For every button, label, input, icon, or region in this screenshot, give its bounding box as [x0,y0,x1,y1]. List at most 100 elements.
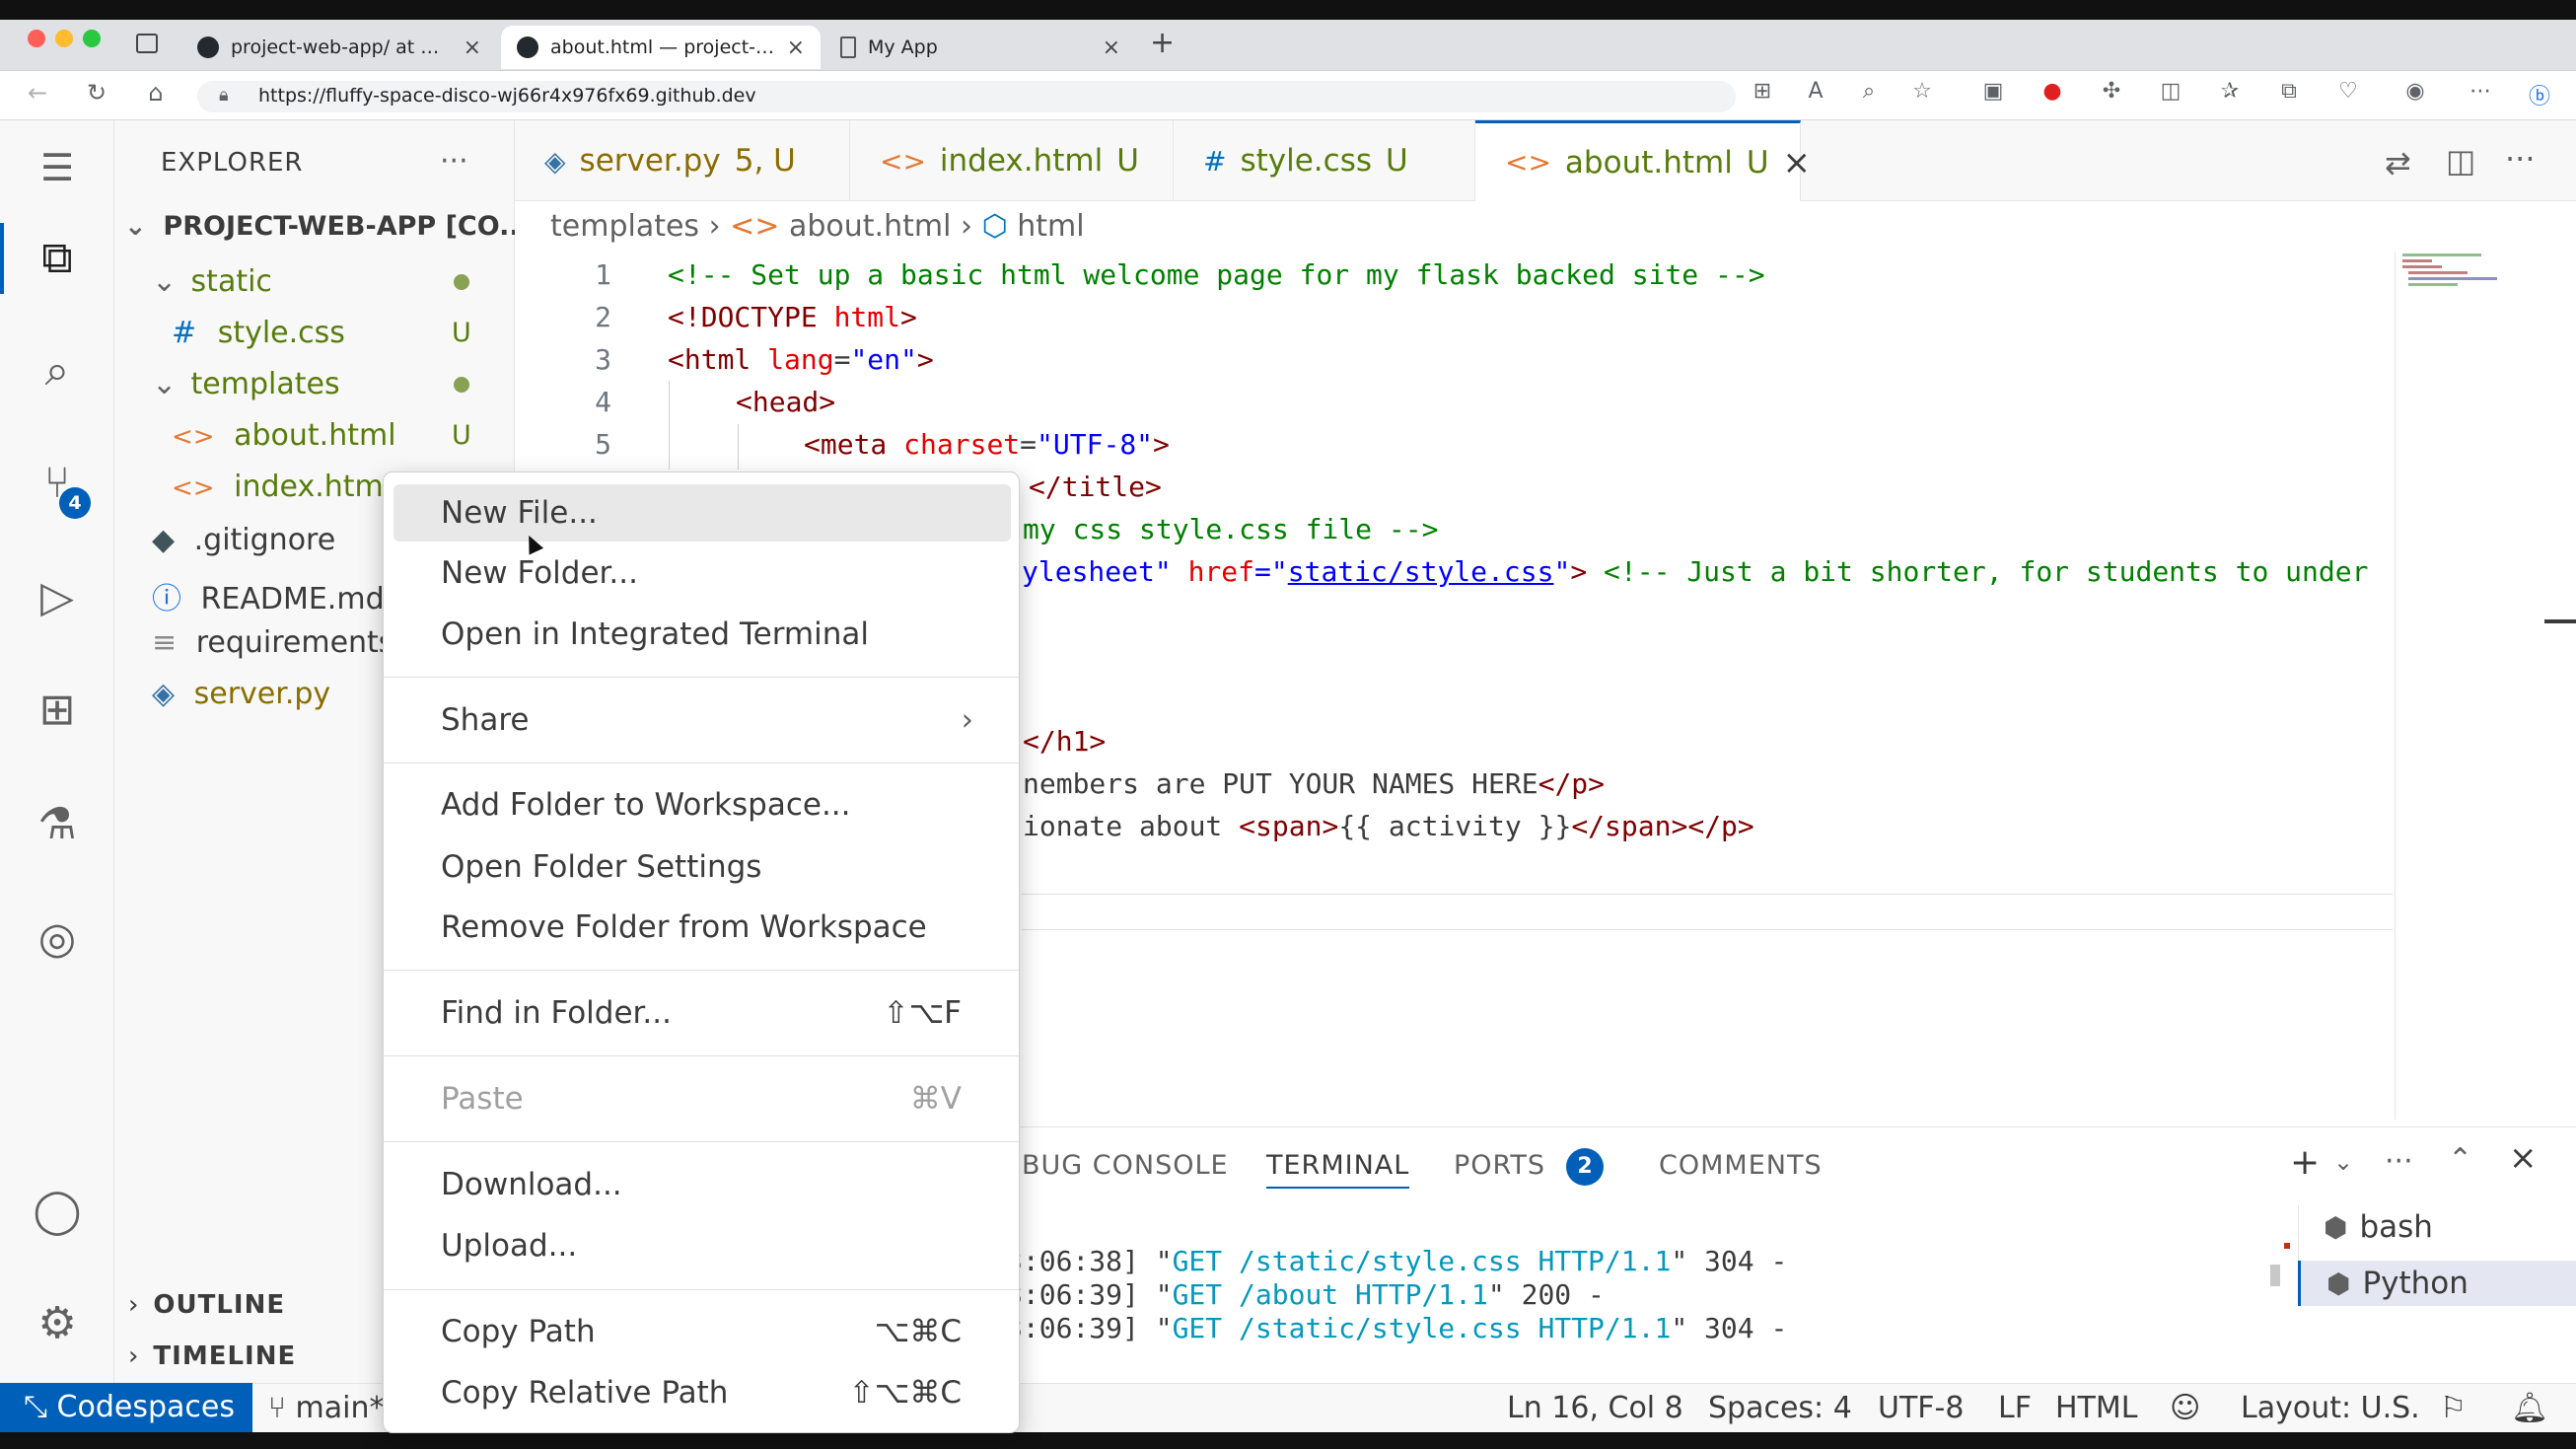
favorites-icon[interactable]: ✰ [2215,79,2245,109]
outline-section[interactable]: › OUTLINE [128,1290,285,1320]
editor-more-icon[interactable]: ··· [2505,140,2536,178]
close-tab-icon[interactable]: × [1103,36,1120,60]
menu-find-in-folder[interactable]: Find in Folder... ⇧⌥F [394,984,1011,1042]
terminal-item-python[interactable]: ⬢ Python [2298,1261,2576,1306]
browser-tab-github-repo[interactable]: project-web-app/ at main · rer × [181,26,497,69]
remote-indicator[interactable]: ⤡ Codespaces [0,1383,252,1432]
minimize-window-button[interactable] [55,30,73,47]
search-icon[interactable]: ⌕ [28,341,87,400]
extensions-puzzle-icon[interactable]: ✣ [2097,79,2126,109]
tab-index-html[interactable]: <> index.html U [850,120,1174,201]
breadcrumb-file[interactable]: about.html [789,209,951,244]
tab-style-css[interactable]: # style.css U [1174,120,1475,201]
tree-file-style-css[interactable]: # style.css [172,316,345,350]
menu-copy-path[interactable]: Copy Path ⌥⌘C [394,1303,1011,1360]
breadcrumb-folder[interactable]: templates [550,209,699,244]
maximize-window-button[interactable] [83,30,101,47]
tab-ports[interactable]: PORTS [1454,1150,1545,1181]
copilot-icon[interactable]: ⓑ [2525,79,2554,109]
home-button[interactable]: ⌂ [138,79,174,107]
keyboard-layout[interactable]: Layout: U.S. [2241,1391,2420,1425]
zoom-icon[interactable]: ⌕ [1854,79,1884,109]
tab-terminal[interactable]: TERMINAL [1266,1150,1410,1189]
notifications-bell-icon[interactable]: 🔔︎ [2511,1391,2548,1425]
close-panel-icon[interactable]: × [2509,1138,2538,1178]
end-of-line[interactable]: LF [1998,1391,2032,1425]
testing-flask-icon[interactable]: ⚗ [28,795,87,854]
branch-indicator[interactable]: ⑂ main* [268,1391,385,1425]
menu-upload[interactable]: Upload... [394,1217,1011,1274]
menu-open-integrated-terminal[interactable]: Open in Integrated Terminal [394,606,1011,663]
extensions-icon[interactable]: ⊞ [28,681,87,740]
github-icon[interactable]: ◎ [28,909,87,969]
tree-file-index-html[interactable]: <> index.html [172,470,392,504]
menu-share[interactable]: Share › [394,691,1011,749]
tree-file-readme[interactable]: ⓘ README.md [152,574,385,617]
terminal-scrollbar[interactable] [2270,1265,2280,1286]
feedback-icon[interactable]: ⚐ [2440,1391,2467,1425]
more-options-icon[interactable]: ⋯ [2466,79,2495,109]
tree-file-gitignore[interactable]: ◆ .gitignore [152,523,335,557]
encoding[interactable]: UTF-8 [1878,1391,1964,1425]
back-button[interactable]: ← [20,79,55,107]
extension-icon[interactable]: ▣ [1978,79,2008,109]
browser-tab-about-html[interactable]: about.html — project-web-app × [501,26,821,69]
menu-new-file[interactable]: New File... [394,484,1011,542]
tree-folder-static[interactable]: ⌄ static [152,264,272,299]
link-token[interactable]: static/style.css [1288,555,1554,588]
language-mode[interactable]: HTML [2055,1391,2137,1425]
accounts-icon[interactable]: ◯ [28,1182,87,1241]
app-available-icon[interactable]: ⊞ [1748,79,1777,109]
info-icon: ⓘ [152,582,181,616]
timeline-section[interactable]: › TIMELINE [128,1341,296,1371]
menu-add-folder-to-workspace[interactable]: Add Folder to Workspace... [394,776,1011,833]
close-tab-icon[interactable]: × [787,36,805,60]
copilot-status-icon[interactable]: ☺ [2170,1391,2200,1425]
tab-debug-console[interactable]: BUG CONSOLE [1022,1150,1229,1181]
read-aloud-icon[interactable]: A [1801,79,1830,109]
tree-file-server-py[interactable]: ◈ server.py [152,677,330,711]
menu-new-folder[interactable]: New Folder... [394,544,1011,602]
tab-actions-icon[interactable] [136,34,158,53]
performance-icon[interactable]: ♡ [2333,79,2363,109]
compare-changes-icon[interactable]: ⇄ [2385,144,2411,181]
run-debug-icon[interactable]: ▷ [28,568,87,627]
reload-button[interactable]: ↻ [79,79,114,107]
chevron-down-icon[interactable]: ⌄ [2333,1148,2353,1176]
terminal-item-bash[interactable]: ⬢ bash [2324,1209,2433,1245]
split-screen-icon[interactable]: ◫ [2156,79,2185,109]
explorer-more-icon[interactable]: ··· [440,144,468,179]
indentation[interactable]: Spaces: 4 [1708,1391,1852,1425]
minimap[interactable] [2397,252,2544,311]
close-tab-icon[interactable]: × [464,36,481,60]
cursor-position[interactable]: Ln 16, Col 8 [1507,1391,1683,1425]
close-tab-icon[interactable]: × [1783,143,1812,182]
tree-folder-templates[interactable]: ⌄ templates [152,367,340,401]
tab-server-py[interactable]: ◈ server.py 5, U [515,120,850,201]
project-root-folder[interactable]: ⌄ PROJECT-WEB-APP [CO... [124,211,530,242]
menu-copy-relative-path[interactable]: Copy Relative Path ⇧⌥⌘C [394,1364,1011,1421]
settings-gear-icon[interactable]: ⚙ [28,1294,87,1353]
extension-opera-icon[interactable]: ● [2038,79,2067,109]
menu-download[interactable]: Download... [394,1156,1011,1213]
collections-icon[interactable]: ⧉ [2274,79,2304,109]
menu-remove-folder[interactable]: Remove Folder from Workspace [394,899,1011,956]
browser-tab-my-app[interactable]: My App × [824,26,1136,69]
address-bar[interactable]: 🔒︎ https://fluffy-space-disco-wj66r4x976… [197,81,1736,112]
maximize-panel-icon[interactable]: ⌃ [2448,1142,2472,1177]
menu-open-folder-settings[interactable]: Open Folder Settings [394,838,1011,896]
menu-icon[interactable]: ☰ [28,138,87,197]
split-editor-icon[interactable]: ◫ [2446,142,2475,180]
panel-more-icon[interactable]: ··· [2385,1144,2413,1179]
tree-file-about-html[interactable]: <> about.html [172,418,396,453]
tree-file-requirements[interactable]: ≡ requirements [152,625,394,660]
new-tab-button[interactable]: + [1150,26,1175,60]
explorer-files-icon[interactable]: ⧉ [28,229,87,288]
tab-comments[interactable]: COMMENTS [1659,1150,1823,1181]
favorite-star-icon[interactable]: ☆ [1907,79,1937,109]
breadcrumb-symbol[interactable]: html [1017,209,1084,244]
profile-avatar-icon[interactable]: ◉ [2400,79,2430,109]
new-terminal-button[interactable]: + [2290,1142,2320,1183]
tab-about-html[interactable]: <> about.html U × [1475,120,1811,201]
close-window-button[interactable] [28,30,45,47]
